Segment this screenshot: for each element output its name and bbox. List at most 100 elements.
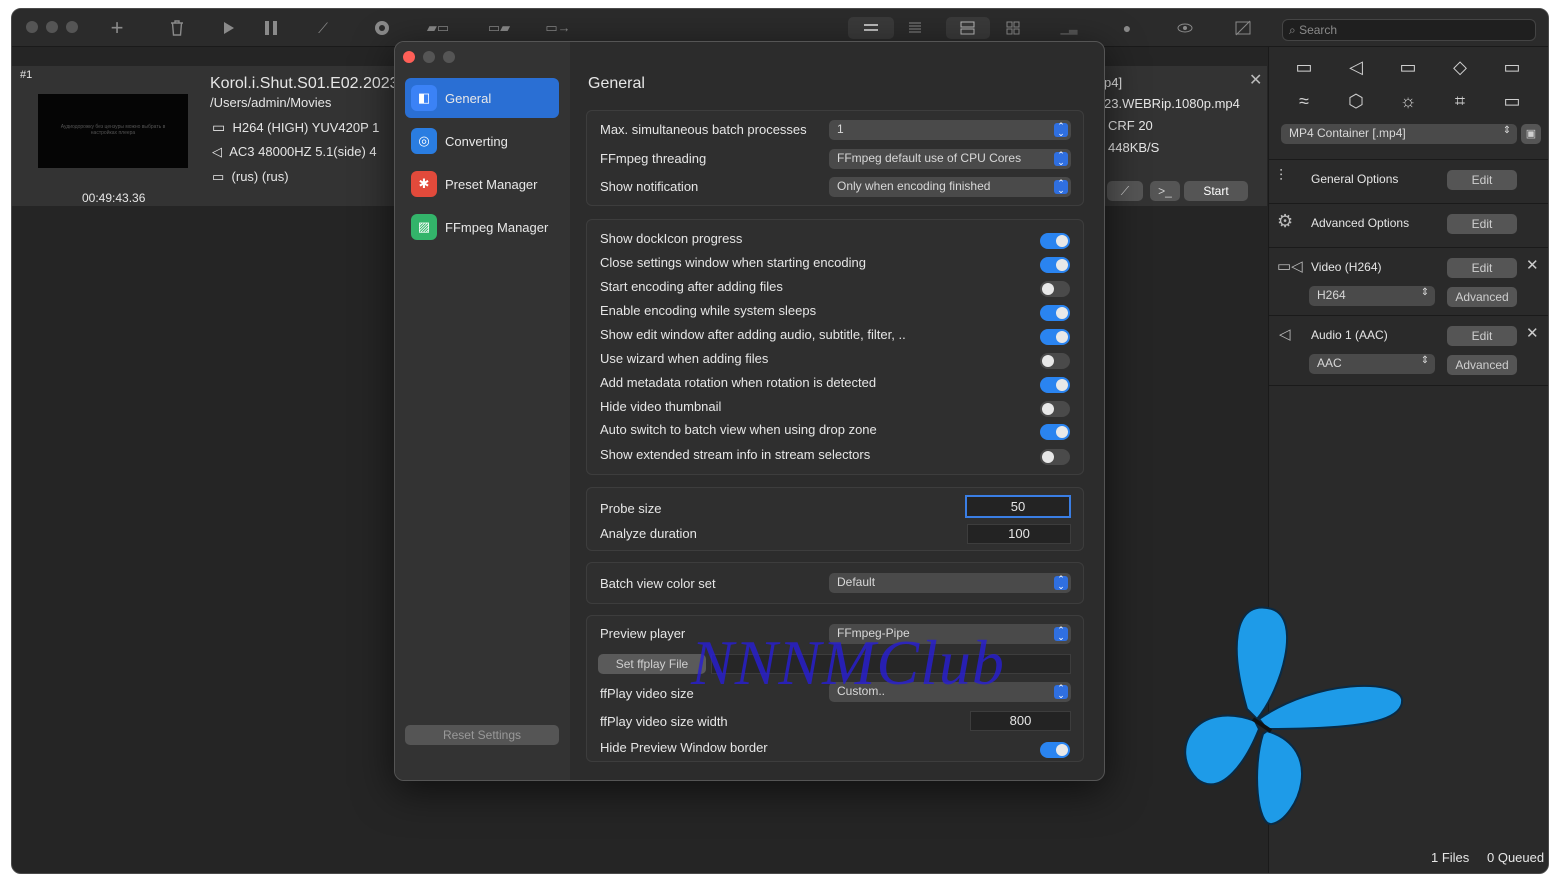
toggle-label: Use wizard when adding files bbox=[600, 351, 769, 366]
video-codec-select[interactable]: H264 ⇕ bbox=[1309, 286, 1435, 306]
play-icon[interactable] bbox=[218, 18, 240, 38]
threading-select[interactable]: FFmpeg default use of CPU Cores ⌃ ⌄ bbox=[829, 149, 1071, 169]
window-minimize-button[interactable] bbox=[46, 21, 58, 33]
video-edit-button[interactable]: Edit bbox=[1447, 258, 1517, 278]
analyze-duration-input[interactable]: 100 bbox=[967, 524, 1071, 544]
list-view-icon[interactable] bbox=[848, 17, 894, 39]
toggle-label: Close settings window when starting enco… bbox=[600, 255, 866, 270]
reset-settings-button[interactable]: Reset Settings bbox=[405, 725, 559, 745]
notification-value: Only when encoding finished bbox=[837, 179, 991, 193]
container-select[interactable]: MP4 Container [.mp4] ⇕ bbox=[1281, 124, 1517, 144]
nav-general[interactable]: ◧ General bbox=[405, 78, 559, 118]
save-icon[interactable]: ▣ bbox=[1521, 124, 1541, 144]
start-button[interactable]: Start bbox=[1184, 181, 1248, 201]
hide-border-label: Hide Preview Window border bbox=[600, 740, 768, 755]
wizard-toggle[interactable] bbox=[1040, 353, 1070, 369]
crop-icon[interactable]: ⌗ bbox=[1447, 89, 1473, 113]
toggle-row: Start encoding after adding files bbox=[587, 279, 1083, 299]
auto-batch-view-toggle[interactable] bbox=[1040, 424, 1070, 440]
color-set-group: Batch view color set Default ⌃ ⌄ bbox=[586, 562, 1084, 604]
filter-icon[interactable]: ≈ bbox=[1291, 89, 1317, 113]
no-image-icon[interactable] bbox=[1232, 18, 1254, 38]
notification-select[interactable]: Only when encoding finished ⌃ ⌄ bbox=[829, 177, 1071, 197]
pause-icon[interactable] bbox=[260, 18, 282, 38]
video-add-icon[interactable]: ▭ bbox=[1291, 55, 1317, 79]
set-ffplay-file-button[interactable]: Set ffplay File bbox=[598, 654, 706, 674]
sliders-icon: ⫶ bbox=[1279, 168, 1284, 185]
audio-add-icon[interactable]: ◁ bbox=[1343, 55, 1369, 79]
subtitle-stream-text: (rus) (rus) bbox=[231, 169, 289, 184]
eye-icon[interactable] bbox=[1174, 18, 1196, 38]
video-image-icon[interactable]: ▰▭ bbox=[418, 18, 458, 38]
dock-progress-toggle[interactable] bbox=[1040, 233, 1070, 249]
batch-processes-label: Max. simultaneous batch processes bbox=[600, 122, 807, 137]
extended-stream-info-toggle[interactable] bbox=[1040, 449, 1070, 465]
preset-icon: ✱ bbox=[411, 171, 437, 197]
audio-remove-icon[interactable]: ✕ bbox=[1526, 324, 1539, 342]
image-video-icon[interactable]: ▭▰ bbox=[478, 18, 520, 38]
video-remove-icon[interactable]: ✕ bbox=[1526, 256, 1539, 274]
nav-ffmpeg-manager[interactable]: ▨ FFmpeg Manager bbox=[405, 207, 559, 247]
audio-codec-select[interactable]: AAC ⇕ bbox=[1309, 354, 1435, 374]
ffmpeg-icon: ▨ bbox=[411, 214, 437, 240]
dialog-zoom-button[interactable] bbox=[443, 51, 455, 63]
start-after-add-toggle[interactable] bbox=[1040, 281, 1070, 297]
color-set-select[interactable]: Default ⌃ ⌄ bbox=[829, 573, 1071, 593]
cube-icon[interactable]: ⬡ bbox=[1343, 89, 1369, 113]
video-advanced-button[interactable]: Advanced bbox=[1447, 287, 1517, 307]
file-index: #1 bbox=[20, 69, 33, 81]
close-window-toggle[interactable] bbox=[1040, 257, 1070, 273]
converting-icon: ◎ bbox=[411, 128, 437, 154]
batch-processes-select[interactable]: 1 ⌃ ⌄ bbox=[829, 120, 1071, 140]
metadata-rotation-toggle[interactable] bbox=[1040, 377, 1070, 393]
audio-advanced-button[interactable]: Advanced bbox=[1447, 355, 1517, 375]
chevron-updown-icon: ⌃ ⌄ bbox=[1054, 684, 1068, 700]
record-icon[interactable] bbox=[371, 18, 393, 38]
grid-view-icon[interactable] bbox=[1002, 18, 1024, 38]
hide-thumbnail-toggle[interactable] bbox=[1040, 401, 1070, 417]
probe-group: Probe size 50 Analyze duration 100 bbox=[586, 487, 1084, 551]
resize-icon[interactable]: ▭ bbox=[1499, 89, 1525, 113]
dialog-minimize-button[interactable] bbox=[423, 51, 435, 63]
dialog-close-button[interactable] bbox=[403, 51, 415, 63]
nav-converting[interactable]: ◎ Converting bbox=[405, 121, 559, 161]
trash-icon[interactable] bbox=[166, 18, 188, 38]
brightness-icon[interactable]: ☼ bbox=[1395, 89, 1421, 113]
encode-sleep-toggle[interactable] bbox=[1040, 305, 1070, 321]
wand-button[interactable]: ⟋ bbox=[1107, 181, 1143, 201]
nav-preset-manager[interactable]: ✱ Preset Manager bbox=[405, 164, 559, 204]
file-title: Korol.i.Shut.S01.E02.2023 bbox=[210, 75, 396, 92]
image-add-icon[interactable]: ▭ bbox=[1499, 55, 1525, 79]
drop-icon[interactable]: ● bbox=[1116, 18, 1138, 38]
toggle-row: Auto switch to batch view when using dro… bbox=[587, 422, 1083, 442]
nav-ffmpeg-manager-label: FFmpeg Manager bbox=[445, 219, 549, 235]
wand-icon[interactable]: ⟋ bbox=[312, 18, 334, 38]
compact-view-icon[interactable] bbox=[904, 18, 926, 38]
window-zoom-button[interactable] bbox=[66, 21, 78, 33]
output-icon[interactable]: ▭→ bbox=[542, 18, 574, 38]
tag-icon[interactable]: ◇ bbox=[1447, 55, 1473, 79]
command-button[interactable]: >_ bbox=[1150, 181, 1180, 201]
butterfly-image bbox=[1184, 606, 1404, 825]
ffplay-width-input[interactable]: 800 bbox=[970, 711, 1071, 731]
audio-edit-button[interactable]: Edit bbox=[1447, 326, 1517, 346]
thumbnail-text: Аудиодорожку без цензуры можно выбрать в… bbox=[60, 124, 166, 136]
window-close-button[interactable] bbox=[26, 21, 38, 33]
toggle-label: Show extended stream info in stream sele… bbox=[600, 447, 871, 462]
add-icon[interactable]: + bbox=[106, 15, 128, 40]
subtitle-add-icon[interactable]: ▭ bbox=[1395, 55, 1421, 79]
general-options-edit-button[interactable]: Edit bbox=[1447, 170, 1517, 190]
video-codec-value: H264 bbox=[1317, 288, 1346, 302]
preferences-sidebar: ◧ General ◎ Converting ✱ Preset Manager … bbox=[395, 42, 570, 780]
general-options-label: General Options bbox=[1311, 172, 1399, 186]
batch-view-icon[interactable] bbox=[946, 17, 990, 39]
advanced-options-edit-button[interactable]: Edit bbox=[1447, 214, 1517, 234]
hide-border-toggle[interactable] bbox=[1040, 742, 1070, 758]
output-extension: p4] bbox=[1104, 75, 1123, 90]
show-edit-window-toggle[interactable] bbox=[1040, 329, 1070, 345]
search-input[interactable]: ⌕ Search bbox=[1282, 19, 1536, 41]
toggle-row: Hide Preview Window border bbox=[587, 740, 1083, 760]
video-icon: ▭ bbox=[212, 119, 226, 135]
remove-file-icon[interactable]: ✕ bbox=[1249, 70, 1262, 90]
probe-size-input[interactable]: 50 bbox=[965, 495, 1071, 518]
